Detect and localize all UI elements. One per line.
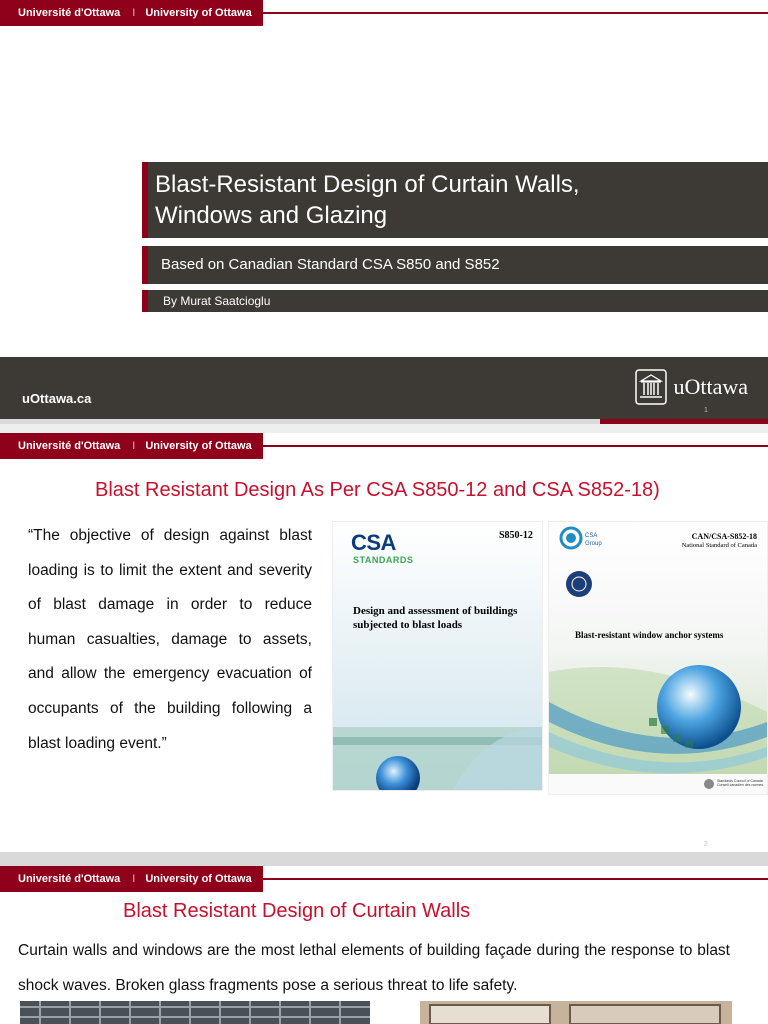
cover1-title-line1: Design and assessment of buildings <box>353 605 518 617</box>
slide-gap <box>0 852 768 866</box>
slide-title: Blast Resistant Design As Per CSA S850-1… <box>95 479 660 501</box>
header-uni-fr: Université d'Ottawa <box>18 873 121 885</box>
slide-1: Université d'Ottawa I University of Otta… <box>0 0 768 424</box>
cover2-code: CAN/CSA-S852-18 <box>691 532 757 541</box>
page-number: 1 <box>704 407 708 414</box>
header-separator: I <box>132 7 136 19</box>
slide-gap <box>0 424 768 433</box>
slide-title: Blast Resistant Design of Curtain Walls <box>123 900 471 922</box>
footer-logo-text: uOttawa <box>673 374 748 399</box>
csa-s852-cover: CSA Group CAN/CSA-S852-18 National Stand… <box>548 521 768 795</box>
header-bar: Université d'Ottawa I University of Otta… <box>0 866 263 892</box>
header-uni-fr: Université d'Ottawa <box>18 440 121 452</box>
building-icon <box>635 369 668 405</box>
cover2-standard: National Standard of Canada <box>681 542 757 549</box>
cover2-council-line2: Conseil canadien des normes <box>717 783 764 787</box>
slide-title-line1: Blast-Resistant Design of Curtain Walls, <box>155 171 580 198</box>
slide-3: Université d'Ottawa I University of Otta… <box>0 866 768 1024</box>
photo-window <box>420 1001 732 1024</box>
photo-grid <box>20 1001 370 1024</box>
footer-bar: uOttawa.ca uOttawa 1 <box>0 357 768 419</box>
csa-s850-cover: CSA STANDARDS S850-12 Design and assessm… <box>332 521 543 791</box>
cover2-council: Standards Council of Canada Conseil cana… <box>717 779 763 787</box>
quote-text: “The objective of design against blast l… <box>28 527 312 752</box>
header-uni-en: University of Ottawa <box>145 440 252 452</box>
uottawa-logo: uOttawa <box>635 369 748 405</box>
header-uni-fr: Université d'Ottawa <box>18 7 121 19</box>
slide-2: Université d'Ottawa I University of Otta… <box>0 433 768 852</box>
header-line <box>263 878 768 880</box>
cover1-title: Design and assessment of buildings subje… <box>353 604 517 632</box>
csa-brand-sub: STANDARDS <box>353 555 414 565</box>
header-bar: Université d'Ottawa I University of Otta… <box>0 0 263 26</box>
header-bar: Université d'Ottawa I University of Otta… <box>0 433 263 459</box>
page-number: 2 <box>704 841 708 848</box>
cover-artwork <box>549 522 767 794</box>
slide-subtitle: Based on Canadian Standard CSA S850 and … <box>142 246 768 284</box>
csa-brand: CSA <box>351 530 396 555</box>
header-uni-en: University of Ottawa <box>145 873 252 885</box>
header-uni-en: University of Ottawa <box>145 7 252 19</box>
header-separator: I <box>132 440 136 452</box>
header-line <box>263 12 768 14</box>
csa-logo: CSA <box>351 530 396 556</box>
slide-title-line2: Windows and Glazing <box>155 202 388 229</box>
body-text: Curtain walls and windows are the most l… <box>18 942 730 994</box>
cover2-group: CSA Group <box>585 533 602 547</box>
slide-author: By Murat Saatcioglu <box>142 290 768 312</box>
cover1-title-line2: subjected to blast loads <box>353 619 463 631</box>
cover2-title: Blast-resistant window anchor systems <box>575 630 724 640</box>
header-separator: I <box>132 873 136 885</box>
curtain-wall-photo-left <box>20 1001 370 1024</box>
footer-url[interactable]: uOttawa.ca <box>22 391 91 406</box>
cover1-code: S850-12 <box>499 530 533 541</box>
header-line <box>263 445 768 447</box>
slide-title-box: Blast-Resistant Design of Curtain Walls,… <box>142 162 768 238</box>
curtain-wall-photo-right <box>420 1001 732 1024</box>
